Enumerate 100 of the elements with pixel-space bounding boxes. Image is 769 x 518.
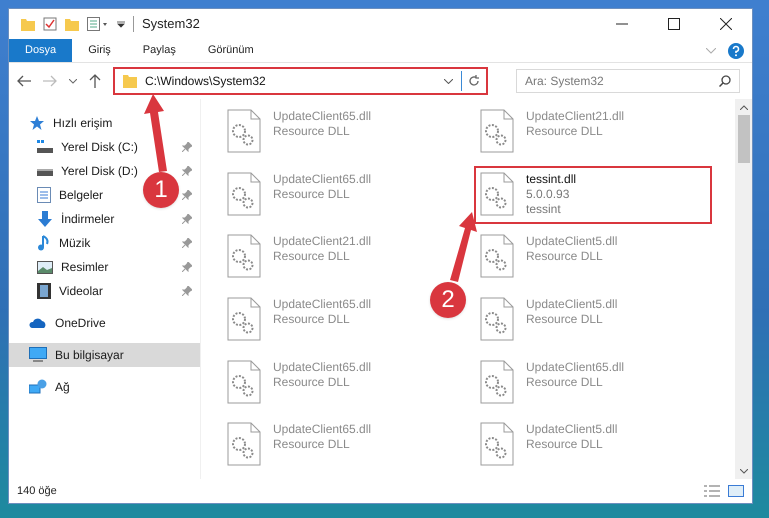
sidebar-label: Videolar [59, 283, 103, 300]
dll-file-icon [480, 109, 514, 153]
dropdown-caret-icon[interactable] [117, 20, 125, 28]
file-name: UpdateClient65.dll [273, 109, 372, 124]
sidebar-item[interactable]: OneDrive [9, 311, 114, 335]
scrollbar[interactable] [735, 99, 752, 479]
computer-icon [29, 347, 47, 363]
back-arrow-icon[interactable] [17, 75, 31, 87]
sidebar-item[interactable]: Hızlı erişim [9, 111, 120, 135]
sidebar-label: Hızlı erişim [53, 115, 112, 132]
dll-file-icon [227, 172, 261, 216]
help-icon[interactable] [728, 42, 744, 58]
file-name: tessint.dll [526, 172, 576, 187]
sidebar-label: Bu bilgisayar [55, 347, 124, 364]
file-detail: Resource DLL [273, 124, 351, 139]
sidebar-item[interactable]: Ağ [9, 375, 78, 399]
sidebar-label: Yerel Disk (D:) [61, 163, 138, 180]
sidebar-label: Müzik [59, 235, 90, 252]
pin-icon[interactable] [182, 214, 192, 224]
scroll-down-icon[interactable] [740, 468, 748, 474]
sidebar-item[interactable]: Müzik [9, 231, 98, 255]
chevron-down-icon[interactable] [69, 78, 77, 84]
dll-file-icon [227, 297, 261, 341]
file-detail: Resource DLL [273, 374, 351, 390]
pin-icon[interactable] [182, 166, 192, 176]
sidebar-label: Belgeler [59, 187, 104, 204]
file-name: UpdateClient65.dll [273, 360, 372, 375]
file-name: UpdateClient65.dll [526, 360, 624, 375]
maximize-icon[interactable] [668, 18, 680, 30]
file-detail: Resource DLL [526, 437, 604, 452]
dll-file-icon [480, 172, 514, 216]
dll-file-icon [480, 234, 514, 278]
dll-file-icon [227, 422, 261, 466]
file-name: UpdateClient65.dll [273, 172, 372, 187]
scroll-up-icon[interactable] [740, 104, 748, 110]
file-name: UpdateClient65.dll [273, 297, 372, 312]
file-detail: Resource DLL [526, 124, 604, 139]
down-arrow-icon [37, 211, 53, 227]
sidebar-label: OneDrive [55, 315, 106, 332]
sidebar-label: Ağ [55, 379, 70, 396]
item-count: 140 öğe [17, 484, 57, 499]
address-bar[interactable]: C:\Windows\System32 [113, 67, 488, 95]
star-icon [29, 115, 45, 131]
sidebar-item[interactable]: Yerel Disk (C:) [9, 135, 146, 159]
file-detail: 5.0.0.93 [526, 186, 570, 202]
dll-file-icon [480, 360, 514, 404]
properties-icon[interactable] [87, 17, 109, 31]
sidebar-label: Yerel Disk (C:) [61, 139, 138, 156]
cloud-icon [29, 317, 47, 329]
sidebar-item[interactable]: Belgeler [9, 183, 112, 207]
refresh-icon[interactable] [468, 75, 480, 87]
dll-file-icon [480, 297, 514, 341]
film-icon [37, 283, 51, 299]
ribbon-tab[interactable]: Giriş [72, 39, 127, 62]
pin-icon[interactable] [182, 262, 192, 272]
file-detail: Resource DLL [526, 249, 604, 264]
search-field[interactable]: Ara: System32 [516, 69, 740, 93]
file-detail: Resource DLL [526, 374, 604, 390]
checklist-icon[interactable] [43, 17, 57, 31]
search-input[interactable]: Ara: System32 [525, 72, 719, 90]
window-title: System32 [142, 15, 200, 34]
file-name: UpdateClient5.dll [526, 422, 618, 438]
up-arrow-icon[interactable] [89, 74, 101, 88]
pin-icon[interactable] [182, 142, 192, 152]
chevron-down-icon[interactable] [444, 78, 453, 84]
file-name: UpdateClient21.dll [273, 234, 372, 250]
address-text: C:\Windows\System32 [145, 73, 267, 90]
dll-file-icon [227, 109, 261, 153]
scroll-thumb[interactable] [738, 115, 750, 163]
picture-icon [37, 260, 53, 274]
file-name: UpdateClient5.dll [526, 297, 618, 312]
music-note-icon [37, 235, 51, 251]
pin-icon[interactable] [182, 238, 192, 248]
file-name: UpdateClient65.dll [273, 422, 372, 438]
ribbon-tab[interactable]: Paylaş [126, 39, 192, 62]
sidebar-label: İndirmeler [61, 211, 114, 228]
file-item[interactable]: tessint.dll 5.0.0.93 tessint [474, 166, 712, 224]
ribbon-tab[interactable]: Görünüm [192, 39, 270, 62]
folder-icon [123, 74, 137, 88]
sidebar-item[interactable]: Videolar [9, 279, 111, 303]
dll-file-icon [227, 360, 261, 404]
search-icon[interactable] [719, 75, 731, 87]
network-icon [29, 379, 47, 395]
tiles-view-icon[interactable] [728, 485, 744, 497]
details-view-icon[interactable] [704, 485, 720, 497]
file-detail: Resource DLL [526, 312, 604, 327]
file-detail: Resource DLL [273, 249, 351, 264]
close-icon[interactable] [720, 18, 732, 30]
pin-icon[interactable] [182, 286, 192, 296]
file-detail: Resource DLL [273, 437, 351, 452]
ribbon-tab[interactable]: Dosya [9, 39, 72, 62]
dll-file-icon [480, 422, 514, 466]
sidebar-item[interactable]: Yerel Disk (D:) [9, 159, 146, 183]
sidebar-item[interactable]: Bu bilgisayar [9, 343, 200, 367]
drive-icon [37, 140, 53, 154]
file-detail: Resource DLL [273, 312, 351, 327]
sidebar-item[interactable]: Resimler [9, 255, 116, 279]
sidebar-item[interactable]: İndirmeler [9, 207, 122, 231]
file-detail: tessint [526, 202, 562, 217]
pin-icon[interactable] [182, 190, 192, 200]
